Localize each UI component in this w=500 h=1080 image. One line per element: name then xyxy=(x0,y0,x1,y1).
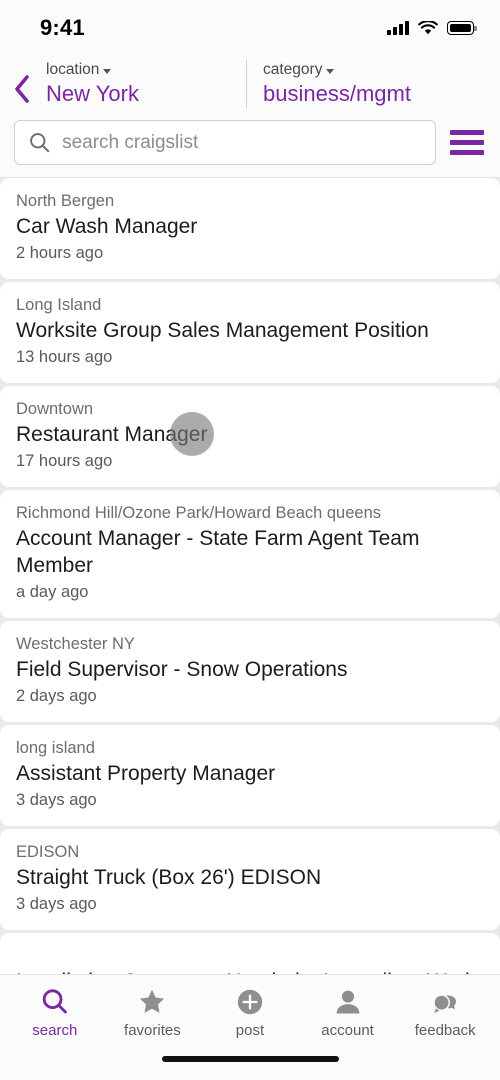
status-time: 9:41 xyxy=(40,15,85,40)
listing-age: 2 hours ago xyxy=(16,244,104,262)
hamburger-menu-icon[interactable] xyxy=(450,128,484,157)
listing-location: EDISON xyxy=(16,843,80,861)
home-indicator[interactable] xyxy=(161,1056,339,1062)
listing-location xyxy=(16,945,484,967)
listing-card[interactable]: Richmond Hill/Ozone Park/Howard Beach qu… xyxy=(0,490,500,618)
listing-card[interactable]: EDISON Straight Truck (Box 26') EDISON 3 d… xyxy=(0,829,500,930)
listing-location: Long Island xyxy=(16,296,102,314)
search-input[interactable] xyxy=(62,131,421,154)
tab-account[interactable]: account xyxy=(299,987,397,1040)
listing-location: Westchester NY xyxy=(16,635,135,653)
location-selector-label-row: location xyxy=(46,60,244,80)
listing-age: 3 days ago xyxy=(16,791,97,809)
tab-label: feedback xyxy=(414,1022,476,1039)
listing-card[interactable]: Installation Contractor Needed – Immedia… xyxy=(0,933,500,974)
tab-post[interactable]: post xyxy=(201,987,299,1040)
listing-location: North Bergen xyxy=(16,192,115,210)
location-selector[interactable]: location New York xyxy=(44,60,244,108)
tab-feedback[interactable]: feedback xyxy=(396,987,494,1040)
tab-label: favorites xyxy=(124,1022,181,1039)
location-label: location xyxy=(46,61,100,78)
category-value: business/mgmt xyxy=(263,81,411,106)
person-icon xyxy=(333,987,363,1017)
category-selector-label-row: category xyxy=(263,60,500,80)
listing-card[interactable]: North Bergen Car Wash Manager 2 hours ago xyxy=(0,178,500,279)
caret-down-icon xyxy=(326,68,335,74)
listing-card[interactable]: Westchester NY Field Supervisor - Snow Op… xyxy=(0,621,500,722)
search-icon xyxy=(30,133,50,153)
cellular-signal-icon xyxy=(387,21,409,35)
listing-age: 2 days ago xyxy=(16,687,97,705)
status-icons xyxy=(387,20,477,36)
location-value: New York xyxy=(46,81,139,106)
listing-location: Downtown xyxy=(16,400,94,418)
listing-location: long island xyxy=(16,739,95,757)
plus-circle-icon xyxy=(235,987,265,1017)
listing-title: Restaurant Manager xyxy=(16,423,208,446)
caret-down-icon xyxy=(103,68,112,74)
chat-bubbles-icon xyxy=(430,987,460,1017)
category-selector[interactable]: category business/mgmt xyxy=(246,60,500,108)
listing-title: Worksite Group Sales Management Position xyxy=(16,319,429,342)
tab-label: account xyxy=(321,1022,374,1039)
listing-card[interactable]: Long Island Worksite Group Sales Manageme… xyxy=(0,282,500,383)
listing-title: Account Manager - State Farm Agent Team … xyxy=(16,527,420,577)
tab-label: post xyxy=(235,1022,265,1039)
listing-card[interactable]: long island Assistant Property Manager 3 d… xyxy=(0,725,500,826)
listing-age: a day ago xyxy=(16,583,89,601)
battery-full-icon xyxy=(447,21,477,35)
wifi-icon xyxy=(418,20,438,34)
bottom-tab-bar: search favorites post account feedback xyxy=(0,974,500,1052)
listing-location: Richmond Hill/Ozone Park/Howard Beach qu… xyxy=(16,504,382,522)
category-label: category xyxy=(263,61,323,78)
back-button[interactable] xyxy=(0,60,44,104)
status-bar: 9:41 xyxy=(0,0,500,56)
listing-list[interactable]: North Bergen Car Wash Manager 2 hours ago L… xyxy=(0,178,500,974)
tab-favorites[interactable]: favorites xyxy=(104,987,202,1040)
listing-title: Field Supervisor - Snow Operations xyxy=(16,658,348,681)
search-box[interactable] xyxy=(14,120,436,165)
tab-label: search xyxy=(32,1022,78,1039)
search-icon xyxy=(40,987,70,1017)
listing-title: Car Wash Manager xyxy=(16,215,198,238)
search-row xyxy=(0,120,500,178)
listing-card[interactable]: Downtown Restaurant Manager 17 hours ago xyxy=(0,386,500,487)
home-indicator-bar xyxy=(0,1052,500,1080)
listing-age: 17 hours ago xyxy=(16,452,113,470)
listing-age: 3 days ago xyxy=(16,895,97,913)
star-icon xyxy=(137,987,167,1017)
chevron-left-icon xyxy=(15,75,29,103)
tab-search[interactable]: search xyxy=(6,987,104,1040)
listing-age: 13 hours ago xyxy=(16,348,113,366)
listing-title: Assistant Property Manager xyxy=(16,762,276,785)
header: location New York category business/mgmt xyxy=(0,56,500,120)
craigslist-mobile-app: 9:41 location New York category business… xyxy=(0,0,500,1080)
listing-title: Straight Truck (Box 26') EDISON xyxy=(16,866,322,889)
